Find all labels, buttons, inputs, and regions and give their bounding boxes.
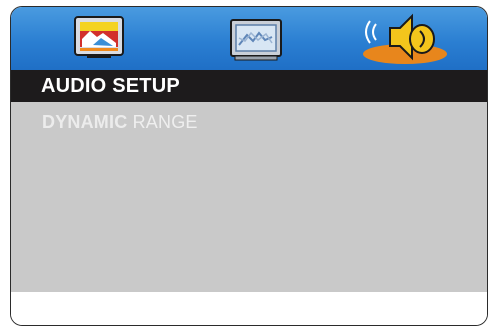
tab-bar xyxy=(11,7,487,70)
page-title: AUDIO SETUP xyxy=(41,75,180,97)
tab-general-setup[interactable] xyxy=(53,7,143,70)
speaker-icon xyxy=(363,13,447,64)
tab-video-setup[interactable] xyxy=(211,7,301,70)
footer-bar xyxy=(11,292,487,325)
menu-item-dynamic-range[interactable]: DYNAMIC RANGE xyxy=(42,112,198,133)
menu-item-label-word1: DYNAMIC xyxy=(42,112,128,132)
setup-window: AUDIO SETUP DYNAMIC RANGE xyxy=(10,6,488,326)
monitor-icon xyxy=(230,19,282,61)
tab-audio-setup[interactable] xyxy=(346,7,456,70)
menu-item-label-word2: RANGE xyxy=(132,112,198,132)
menu-panel: DYNAMIC RANGE xyxy=(11,102,487,292)
title-bar: AUDIO SETUP xyxy=(11,70,487,102)
tv-picture-icon xyxy=(74,16,124,58)
